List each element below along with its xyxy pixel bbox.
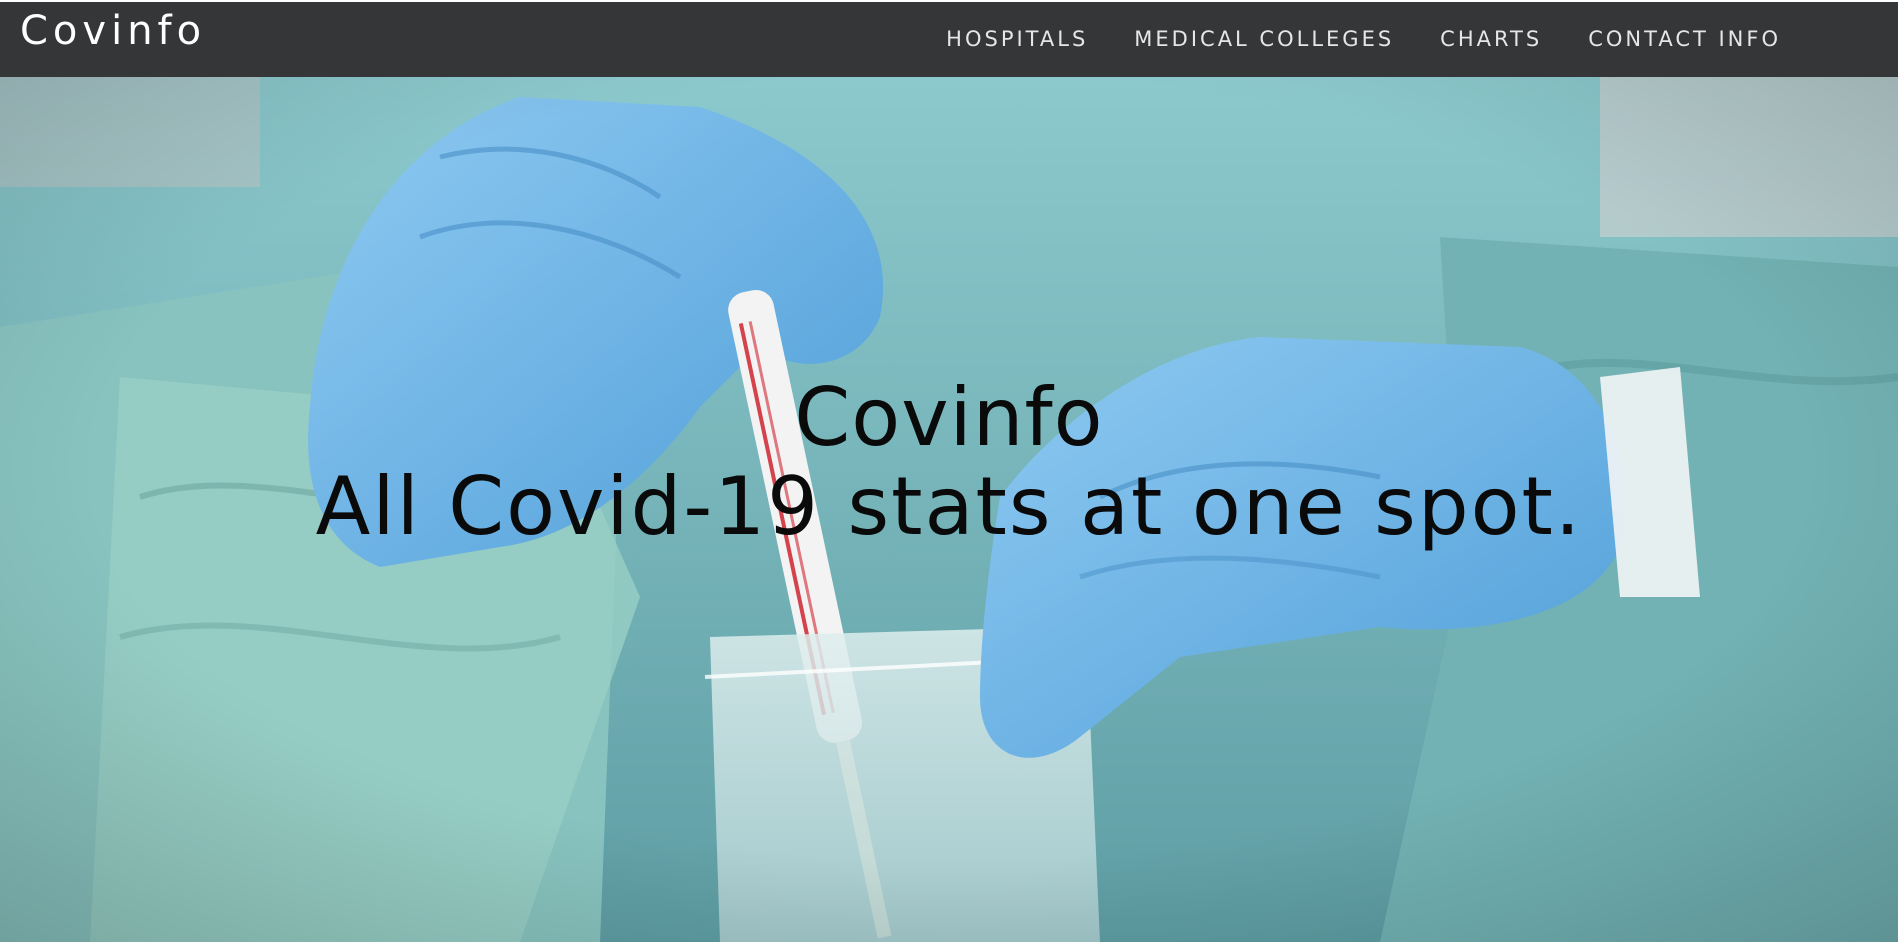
navbar: Covinfo HOSPITALS MEDICAL COLLEGES CHART…	[0, 0, 1898, 77]
hero-subtitle: All Covid-19 stats at one spot.	[315, 460, 1583, 553]
hero-title: Covinfo	[794, 371, 1104, 464]
nav-link-hospitals[interactable]: HOSPITALS	[946, 27, 1088, 51]
nav-links: HOSPITALS MEDICAL COLLEGES CHARTS CONTAC…	[900, 27, 1781, 51]
nav-link-charts[interactable]: CHARTS	[1440, 27, 1542, 51]
nav-link-medical-colleges[interactable]: MEDICAL COLLEGES	[1134, 27, 1394, 51]
nav-link-contact-info[interactable]: CONTACT INFO	[1588, 27, 1781, 51]
brand-logo[interactable]: Covinfo	[20, 8, 206, 54]
hero-section: Covinfo All Covid-19 stats at one spot.	[0, 77, 1898, 942]
